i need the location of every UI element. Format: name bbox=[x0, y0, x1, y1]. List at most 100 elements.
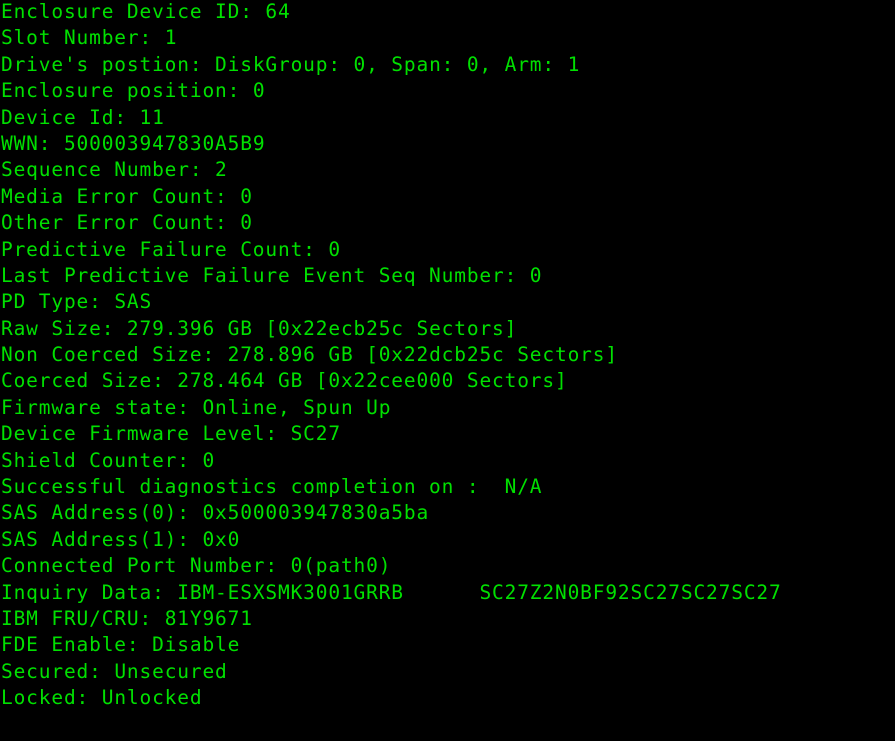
terminal-line: Enclosure position: 0 bbox=[1, 77, 895, 104]
field-value: 0x0 bbox=[202, 527, 241, 551]
field-label: SAS Address(1) bbox=[1, 527, 178, 551]
field-value: Disable bbox=[152, 633, 241, 657]
field-separator: : bbox=[303, 237, 329, 261]
field-value: 0 bbox=[252, 79, 266, 103]
terminal-line: Drive's postion: DiskGroup: 0, Span: 0, … bbox=[1, 51, 895, 78]
terminal-line: Secured: Unsecured bbox=[1, 658, 895, 685]
terminal-line: SAS Address(0): 0x500003947830a5ba bbox=[1, 499, 895, 526]
field-label: Device Firmware Level bbox=[1, 422, 266, 446]
terminal-line: FDE Enable: Disable bbox=[1, 631, 895, 658]
terminal-line: Slot Number: 1 bbox=[1, 24, 895, 51]
field-value: IBM-ESXSMK3001GRRB SC27Z2N0BF92SC27SC27S… bbox=[177, 580, 782, 604]
field-value: 0 bbox=[240, 211, 253, 235]
field-label: Inquiry Data bbox=[1, 580, 153, 604]
field-separator: : bbox=[265, 554, 291, 578]
field-separator: : bbox=[114, 105, 140, 129]
field-label: Shield Counter bbox=[1, 448, 178, 472]
field-value: N/A bbox=[504, 475, 543, 499]
field-separator: : bbox=[126, 633, 153, 657]
field-label: Last Predictive Failure Event Seq Number bbox=[1, 263, 505, 287]
field-label: Other Error Count bbox=[1, 211, 216, 235]
terminal-line: Last Predictive Failure Event Seq Number… bbox=[1, 262, 895, 289]
terminal-line: Inquiry Data: IBM-ESXSMK3001GRRB SC27Z2N… bbox=[1, 579, 895, 606]
field-value: 500003947830A5B9 bbox=[63, 131, 266, 155]
field-label: Enclosure position bbox=[1, 79, 228, 103]
field-label: Successful diagnostics completion on bbox=[1, 475, 455, 499]
field-separator: : bbox=[454, 475, 505, 499]
field-value: SAS bbox=[114, 290, 153, 314]
field-separator: : bbox=[76, 686, 102, 710]
terminal-line: Device Id: 11 bbox=[1, 104, 895, 131]
terminal-line: Firmware state: Online, Spun Up bbox=[1, 394, 895, 421]
field-separator: : bbox=[240, 0, 266, 23]
field-value: 278.896 GB [0x22dcb25c Sectors] bbox=[227, 343, 618, 367]
field-label: Secured bbox=[1, 659, 90, 683]
terminal-output[interactable]: Enclosure Device ID: 64 Slot Number: 1 Dri… bbox=[1, 0, 895, 741]
field-label: Non Coerced Size bbox=[1, 343, 203, 367]
field-value: 279.396 GB [0x22ecb25c Sectors] bbox=[126, 316, 518, 340]
terminal-line: Predictive Failure Count: 0 bbox=[1, 236, 895, 263]
field-separator: : bbox=[177, 395, 203, 419]
field-separator: : bbox=[152, 580, 178, 604]
field-label: IBM FRU/CRU bbox=[1, 606, 140, 630]
field-label: Device Id bbox=[1, 105, 115, 129]
terminal-line: Shield Counter: 0 bbox=[1, 447, 895, 474]
field-separator: : bbox=[89, 290, 115, 314]
field-separator: : bbox=[227, 79, 253, 103]
field-value: 64 bbox=[265, 0, 291, 23]
field-separator: : bbox=[89, 659, 115, 683]
field-value: 0(path0) bbox=[290, 554, 392, 578]
terminal-line: Media Error Count: 0 bbox=[1, 183, 895, 210]
field-value: 1 bbox=[164, 26, 178, 50]
field-value: Unlocked bbox=[101, 686, 203, 710]
field-separator: : bbox=[202, 343, 228, 367]
terminal-line: Other Error Count: 0 bbox=[1, 209, 895, 236]
field-separator: : bbox=[177, 448, 203, 472]
field-value: 0 bbox=[529, 263, 543, 287]
terminal-line: IBM FRU/CRU: 81Y9671 bbox=[1, 605, 895, 632]
terminal-line: SAS Address(1): 0x0 bbox=[1, 526, 895, 553]
field-separator: : bbox=[177, 527, 203, 551]
terminal-line: Locked: Unlocked bbox=[1, 684, 895, 711]
field-label: Enclosure Device ID bbox=[1, 0, 241, 23]
field-label: FDE Enable bbox=[1, 633, 127, 657]
field-label: Drive's postion bbox=[1, 52, 190, 76]
field-value: Unsecured bbox=[114, 659, 228, 683]
field-separator: : bbox=[215, 211, 241, 235]
field-separator: : bbox=[38, 131, 64, 155]
field-value: 0 bbox=[240, 184, 253, 208]
field-value: 0 bbox=[328, 237, 341, 261]
field-separator: : bbox=[215, 184, 241, 208]
field-value: DiskGroup: 0, Span: 0, Arm: 1 bbox=[215, 52, 581, 76]
field-label: Slot Number bbox=[1, 26, 140, 50]
field-value: SC27 bbox=[290, 422, 341, 446]
field-label: Firmware state bbox=[1, 395, 178, 419]
field-separator: : bbox=[101, 316, 127, 340]
field-label: WWN bbox=[1, 131, 39, 155]
field-separator: : bbox=[139, 26, 165, 50]
field-label: Raw Size bbox=[1, 316, 102, 340]
field-value: 0 bbox=[202, 448, 216, 472]
terminal-line: Successful diagnostics completion on : N… bbox=[1, 473, 895, 500]
field-label: Locked bbox=[1, 686, 77, 710]
field-label: Sequence Number bbox=[1, 158, 190, 182]
field-separator: : bbox=[189, 158, 216, 182]
field-separator: : bbox=[189, 52, 216, 76]
terminal-line: Sequence Number: 2 bbox=[1, 156, 895, 183]
terminal-line: Raw Size: 279.396 GB [0x22ecb25c Sectors… bbox=[1, 315, 895, 342]
field-value: 81Y9671 bbox=[164, 606, 253, 630]
field-value: 2 bbox=[215, 158, 228, 182]
terminal-line: Enclosure Device ID: 64 bbox=[1, 0, 895, 25]
field-label: Predictive Failure Count bbox=[1, 237, 304, 261]
field-separator: : bbox=[177, 501, 203, 525]
field-label: Coerced Size bbox=[1, 369, 153, 393]
terminal-line: Device Firmware Level: SC27 bbox=[1, 420, 895, 447]
field-separator: : bbox=[265, 422, 291, 446]
field-separator: : bbox=[504, 263, 530, 287]
field-separator: : bbox=[152, 369, 178, 393]
field-separator: : bbox=[139, 606, 165, 630]
field-value: 11 bbox=[139, 105, 165, 129]
terminal-line: PD Type: SAS bbox=[1, 288, 895, 315]
terminal-line: Connected Port Number: 0(path0) bbox=[1, 552, 895, 579]
field-value: 278.464 GB [0x22cee000 Sectors] bbox=[177, 369, 568, 393]
